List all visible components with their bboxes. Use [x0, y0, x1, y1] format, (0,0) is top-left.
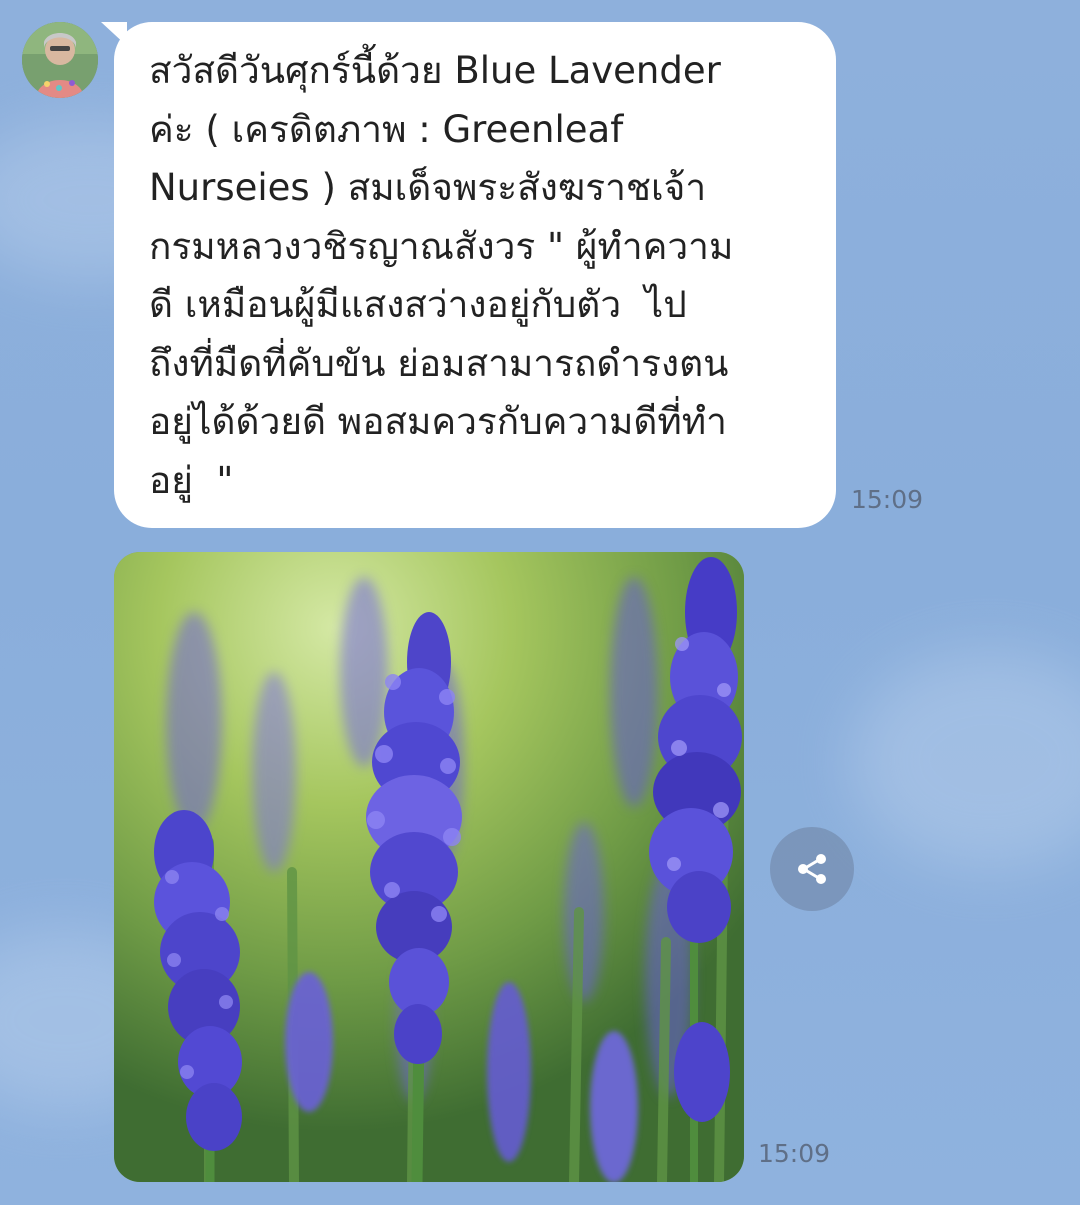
lavender-photo	[114, 552, 744, 1182]
message-bubble-tail	[101, 22, 127, 46]
share-button[interactable]	[770, 827, 854, 911]
message-text: สวัสดีวันศุกร์นี้ด้วย Blue Lavender ค่ะ …	[149, 49, 734, 502]
share-icon	[798, 854, 826, 884]
image-message[interactable]	[114, 552, 744, 1182]
sender-avatar[interactable]	[22, 22, 98, 98]
message-bubble[interactable]: สวัสดีวันศุกร์นี้ด้วย Blue Lavender ค่ะ …	[101, 22, 836, 528]
image-time: 15:09	[758, 1139, 831, 1168]
background-cloud	[850, 650, 1080, 870]
profile-avatar-image	[22, 22, 98, 98]
message-time: 15:09	[851, 485, 924, 514]
